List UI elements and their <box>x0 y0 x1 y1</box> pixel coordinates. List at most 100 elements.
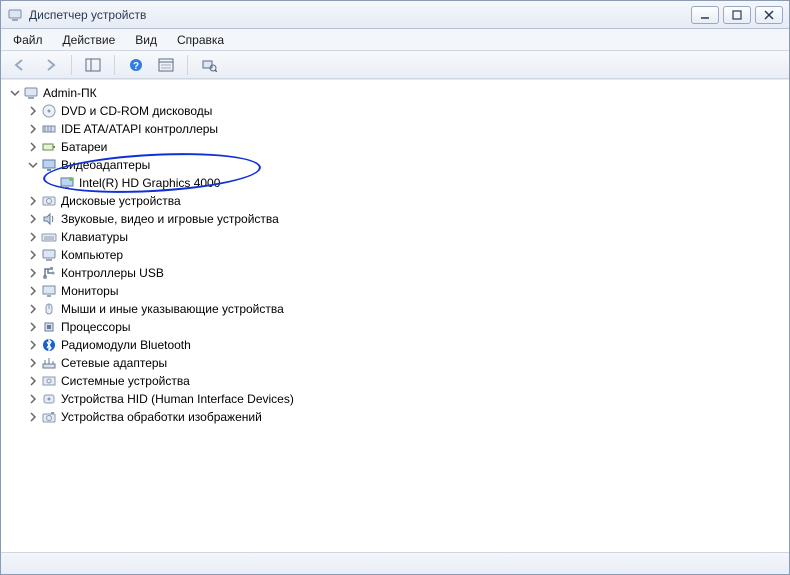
tree-category[interactable]: Клавиатуры <box>9 228 781 246</box>
tree-category-label: Сетевые адаптеры <box>59 356 167 370</box>
menu-action[interactable]: Действие <box>53 29 126 50</box>
tree-category-label: DVD и CD-ROM дисководы <box>59 104 212 118</box>
nav-back-button[interactable] <box>7 54 33 76</box>
device-tree-panel[interactable]: Admin-ПК DVD и CD-ROM дисководы IDE ATA/AT… <box>1 79 789 552</box>
minimize-button[interactable] <box>691 6 719 24</box>
tree-category-label: Компьютер <box>59 248 123 262</box>
tree-category[interactable]: Батареи <box>9 138 781 156</box>
tree-category[interactable]: Мыши и иные указывающие устройства <box>9 300 781 318</box>
statusbar <box>1 552 789 574</box>
network-icon <box>41 355 57 371</box>
monitor-icon <box>41 283 57 299</box>
expander-icon[interactable] <box>27 213 39 225</box>
maximize-button[interactable] <box>723 6 751 24</box>
expander-icon[interactable] <box>27 339 39 351</box>
tree-category[interactable]: Дисковые устройства <box>9 192 781 210</box>
tree-category-label: Батареи <box>59 140 107 154</box>
tree-category-label: Процессоры <box>59 320 131 334</box>
tree-category[interactable]: Компьютер <box>9 246 781 264</box>
tree-device-label: Intel(R) HD Graphics 4000 <box>77 176 220 190</box>
help-button[interactable]: ? <box>123 54 149 76</box>
window-controls <box>691 6 783 24</box>
menu-view[interactable]: Вид <box>125 29 167 50</box>
computer-icon <box>41 247 57 263</box>
tree-category-label: Системные устройства <box>59 374 190 388</box>
svg-text:?: ? <box>133 61 139 72</box>
close-button[interactable] <box>755 6 783 24</box>
tree-category-label: Мониторы <box>59 284 118 298</box>
display-icon <box>41 157 57 173</box>
tree-category[interactable]: Радиомодули Bluetooth <box>9 336 781 354</box>
keyboard-icon <box>41 229 57 245</box>
imaging-icon <box>41 409 57 425</box>
scan-hardware-button[interactable] <box>196 54 222 76</box>
tree-device[interactable]: Intel(R) HD Graphics 4000 <box>9 174 781 192</box>
tree-category-label: Клавиатуры <box>59 230 128 244</box>
ide-icon <box>41 121 57 137</box>
menu-file[interactable]: Файл <box>3 29 53 50</box>
usb-icon <box>41 265 57 281</box>
toolbar-separator <box>114 55 115 75</box>
properties-button[interactable] <box>153 54 179 76</box>
expander-icon[interactable] <box>27 285 39 297</box>
tree-category-label: Контроллеры USB <box>59 266 164 280</box>
tree-category[interactable]: Устройства HID (Human Interface Devices) <box>9 390 781 408</box>
expander-icon[interactable] <box>27 159 39 171</box>
expander-icon[interactable] <box>27 105 39 117</box>
expander-icon[interactable] <box>27 123 39 135</box>
mouse-icon <box>41 301 57 317</box>
sound-icon <box>41 211 57 227</box>
expander-icon[interactable] <box>27 411 39 423</box>
display-device-icon <box>59 175 75 191</box>
tree-category-label: Устройства HID (Human Interface Devices) <box>59 392 294 406</box>
toolbar-separator <box>187 55 188 75</box>
expander-icon[interactable] <box>27 375 39 387</box>
tree-root[interactable]: Admin-ПК <box>9 84 781 102</box>
expander-icon[interactable] <box>27 303 39 315</box>
tree-category[interactable]: Системные устройства <box>9 372 781 390</box>
menu-help[interactable]: Справка <box>167 29 234 50</box>
expander-icon[interactable] <box>27 267 39 279</box>
show-hide-tree-button[interactable] <box>80 54 106 76</box>
toolbar-separator <box>71 55 72 75</box>
tree-category[interactable]: Мониторы <box>9 282 781 300</box>
expander-icon[interactable] <box>9 87 21 99</box>
tree-category[interactable]: Контроллеры USB <box>9 264 781 282</box>
tree-category-label: IDE ATA/ATAPI контроллеры <box>59 122 218 136</box>
tree-category-label: Радиомодули Bluetooth <box>59 338 191 352</box>
app-icon <box>7 7 23 23</box>
tree-category[interactable]: Устройства обработки изображений <box>9 408 781 426</box>
nav-forward-button[interactable] <box>37 54 63 76</box>
expander-icon[interactable] <box>27 393 39 405</box>
tree-category[interactable]: IDE ATA/ATAPI контроллеры <box>9 120 781 138</box>
tree-category-label: Звуковые, видео и игровые устройства <box>59 212 279 226</box>
menubar: Файл Действие Вид Справка <box>1 29 789 51</box>
cpu-icon <box>41 319 57 335</box>
battery-icon <box>41 139 57 155</box>
computer-icon <box>23 85 39 101</box>
hdd-icon <box>41 193 57 209</box>
tree-category-label: Устройства обработки изображений <box>59 410 262 424</box>
bluetooth-icon <box>41 337 57 353</box>
tree-category[interactable]: DVD и CD-ROM дисководы <box>9 102 781 120</box>
tree-category-label: Видеоадаптеры <box>59 158 150 172</box>
expander-icon[interactable] <box>27 249 39 261</box>
window-title: Диспетчер устройств <box>29 8 691 22</box>
expander-icon[interactable] <box>27 321 39 333</box>
tree-category-label: Дисковые устройства <box>59 194 181 208</box>
system-icon <box>41 373 57 389</box>
tree-category[interactable]: Видеоадаптеры <box>9 156 781 174</box>
disc-icon <box>41 103 57 119</box>
tree-category[interactable]: Процессоры <box>9 318 781 336</box>
tree-category-label: Мыши и иные указывающие устройства <box>59 302 284 316</box>
toolbar: ? <box>1 51 789 79</box>
titlebar: Диспетчер устройств <box>1 1 789 29</box>
hid-icon <box>41 391 57 407</box>
tree-category[interactable]: Звуковые, видео и игровые устройства <box>9 210 781 228</box>
expander-icon[interactable] <box>27 141 39 153</box>
expander-icon[interactable] <box>27 357 39 369</box>
expander-icon[interactable] <box>27 195 39 207</box>
tree-root-label: Admin-ПК <box>41 86 97 100</box>
tree-category[interactable]: Сетевые адаптеры <box>9 354 781 372</box>
expander-icon[interactable] <box>27 231 39 243</box>
